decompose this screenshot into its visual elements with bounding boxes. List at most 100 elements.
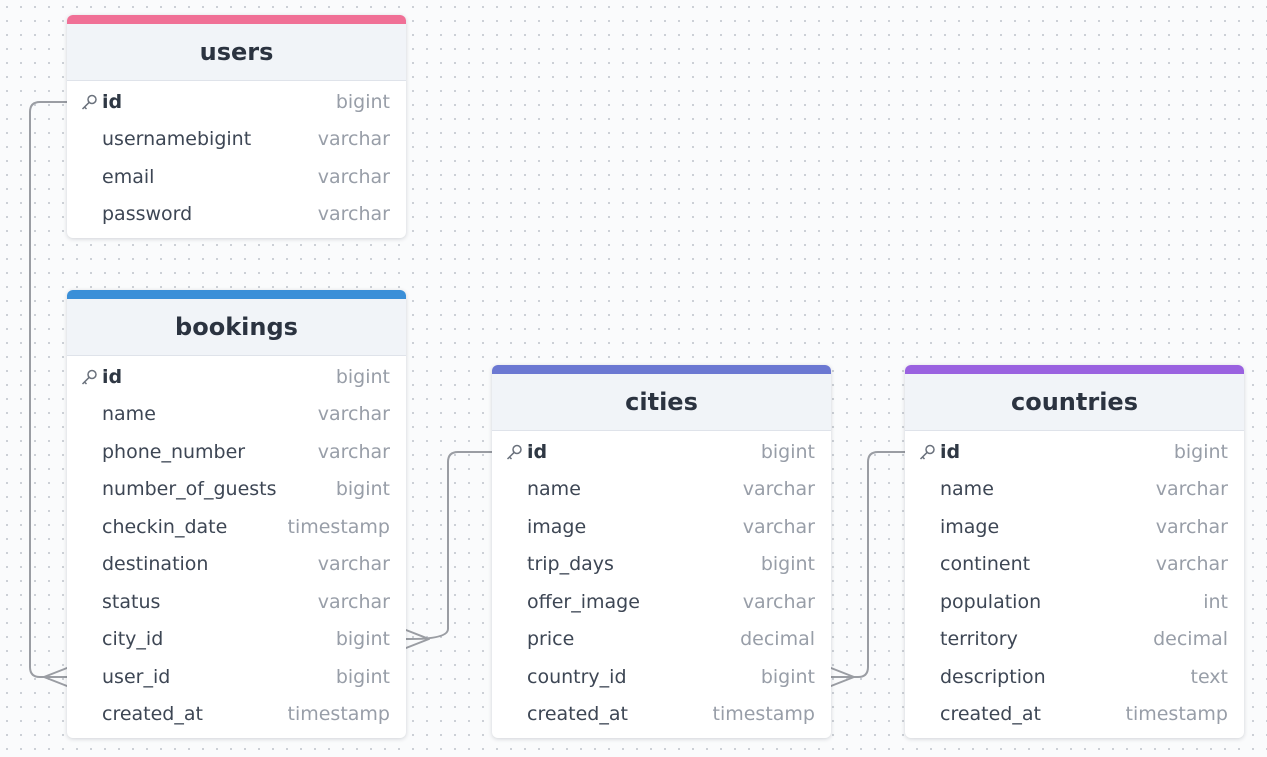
column-row-city-id[interactable]: city_id bigint (67, 621, 406, 659)
column-type: bigint (1173, 440, 1228, 463)
column-row-user-id[interactable]: user_id bigint (67, 658, 406, 696)
column-name: created_at (527, 703, 628, 726)
column-row-usernamebigint[interactable]: usernamebigint varchar (67, 121, 406, 159)
table-title: bookings (175, 313, 298, 341)
table-users[interactable]: users id bigint usernamebigint varchar e… (67, 15, 406, 238)
column-name: description (940, 665, 1046, 688)
column-name: id (102, 365, 123, 388)
column-row-name[interactable]: name varchar (492, 471, 831, 509)
table-header[interactable]: cities (492, 374, 831, 431)
column-name: offer_image (527, 590, 640, 613)
column-type: varchar (742, 590, 815, 613)
column-name: name (527, 478, 581, 501)
column-name: image (940, 515, 1000, 538)
table-header[interactable]: bookings (67, 299, 406, 356)
column-row-id[interactable]: id bigint (492, 433, 831, 471)
column-type: text (1190, 665, 1229, 688)
column-row-trip-days[interactable]: trip_days bigint (492, 546, 831, 584)
column-row-territory[interactable]: territory decimal (905, 621, 1244, 659)
column-row-name[interactable]: name varchar (67, 396, 406, 434)
column-type: varchar (317, 553, 390, 576)
column-row-created-at[interactable]: created_at timestamp (905, 696, 1244, 734)
column-row-name[interactable]: name varchar (905, 471, 1244, 509)
table-header[interactable]: countries (905, 374, 1244, 431)
connector-bookings-city-id-to-cities-id[interactable] (405, 451, 493, 649)
column-name: email (102, 165, 155, 188)
column-name: trip_days (527, 553, 614, 576)
key-icon (506, 444, 522, 460)
column-row-number-of-guests[interactable]: number_of_guests bigint (67, 471, 406, 509)
column-type: bigint (335, 478, 390, 501)
column-type: bigint (335, 665, 390, 688)
column-name: checkin_date (102, 515, 228, 538)
key-icon (81, 94, 97, 110)
column-row-password[interactable]: password varchar (67, 196, 406, 234)
table-cities[interactable]: cities id bigint name varchar image varc… (492, 365, 831, 738)
column-type: bigint (760, 440, 815, 463)
column-row-population[interactable]: population int (905, 583, 1244, 621)
column-type: varchar (317, 203, 390, 226)
column-name: number_of_guests (102, 478, 277, 501)
connector-bookings-user-id-to-users-id[interactable] (29, 101, 68, 687)
column-type: varchar (317, 590, 390, 613)
column-name: city_id (102, 628, 164, 651)
column-name: image (527, 515, 587, 538)
column-row-id[interactable]: id bigint (67, 358, 406, 396)
column-name: territory (940, 628, 1018, 651)
connector-cities-country-id-to-countries-id[interactable] (830, 451, 906, 687)
column-type: timestamp (712, 703, 816, 726)
column-type: varchar (317, 403, 390, 426)
column-type: varchar (1155, 515, 1228, 538)
column-row-destination[interactable]: destination varchar (67, 546, 406, 584)
column-type: varchar (742, 515, 815, 538)
column-type: varchar (317, 128, 390, 151)
column-type: varchar (1155, 478, 1228, 501)
column-row-created-at[interactable]: created_at timestamp (492, 696, 831, 734)
column-row-id[interactable]: id bigint (905, 433, 1244, 471)
table-title: users (199, 38, 274, 66)
column-type: varchar (1155, 553, 1228, 576)
column-name: created_at (102, 703, 203, 726)
column-row-phone-number[interactable]: phone_number varchar (67, 433, 406, 471)
column-row-continent[interactable]: continent varchar (905, 546, 1244, 584)
column-row-description[interactable]: description text (905, 658, 1244, 696)
column-name: name (102, 403, 156, 426)
column-type: timestamp (287, 515, 391, 538)
column-row-price[interactable]: price decimal (492, 621, 831, 659)
column-type: timestamp (1125, 703, 1229, 726)
column-name: created_at (940, 703, 1041, 726)
table-bookings[interactable]: bookings id bigint name varchar phone_nu… (67, 290, 406, 738)
column-name: usernamebigint (102, 128, 252, 151)
column-name: price (527, 628, 575, 651)
column-row-checkin-date[interactable]: checkin_date timestamp (67, 508, 406, 546)
table-accent-bar (67, 15, 406, 24)
column-name: user_id (102, 665, 171, 688)
key-icon (919, 444, 935, 460)
column-row-status[interactable]: status varchar (67, 583, 406, 621)
column-row-image[interactable]: image varchar (492, 508, 831, 546)
column-row-created-at[interactable]: created_at timestamp (67, 696, 406, 734)
column-name: country_id (527, 665, 627, 688)
column-row-image[interactable]: image varchar (905, 508, 1244, 546)
column-type: bigint (335, 628, 390, 651)
table-accent-bar (905, 365, 1244, 374)
column-type: timestamp (287, 703, 391, 726)
column-type: decimal (1153, 628, 1228, 651)
column-type: varchar (742, 478, 815, 501)
key-icon (81, 369, 97, 385)
table-countries[interactable]: countries id bigint name varchar image v… (905, 365, 1244, 738)
column-type: varchar (317, 440, 390, 463)
table-header[interactable]: users (67, 24, 406, 81)
table-accent-bar (67, 290, 406, 299)
column-type: bigint (335, 90, 390, 113)
column-row-country-id[interactable]: country_id bigint (492, 658, 831, 696)
column-name: password (102, 203, 193, 226)
table-title: cities (625, 388, 698, 416)
column-row-id[interactable]: id bigint (67, 83, 406, 121)
column-name: status (102, 590, 161, 613)
column-row-offer-image[interactable]: offer_image varchar (492, 583, 831, 621)
column-row-email[interactable]: email varchar (67, 158, 406, 196)
column-type: decimal (740, 628, 815, 651)
table-accent-bar (492, 365, 831, 374)
column-name: destination (102, 553, 209, 576)
